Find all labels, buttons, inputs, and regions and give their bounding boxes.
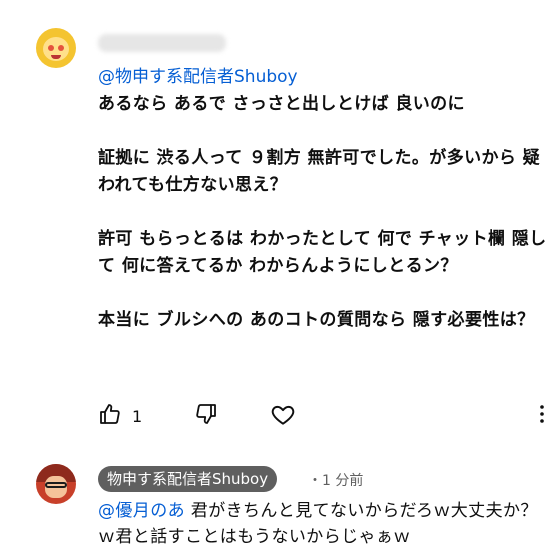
- redacted-username: [98, 34, 226, 52]
- like-count: 1: [132, 407, 143, 426]
- comment-text: あるなら あるで さっさと出しとけば 良いのに 証拠に 渋る人って ９割方 無許…: [98, 94, 547, 330]
- commenter-avatar[interactable]: [36, 28, 76, 68]
- heart-icon[interactable]: [270, 402, 296, 432]
- comment-body: @物申す系配信者Shuboy あるなら あるで さっさと出しとけば 良いのに 証…: [98, 64, 548, 334]
- mention-link[interactable]: @優月のあ: [98, 501, 185, 521]
- channel-owner-badge[interactable]: 物申す系配信者Shuboy: [98, 466, 278, 492]
- thumb-down-icon[interactable]: [194, 402, 218, 430]
- reply-body: @優月のあ 君がきちんと見てないからだろｗ大丈夫か？ｗ君と話すことはもうないから…: [98, 498, 554, 550]
- comment-actions: 1: [98, 402, 552, 432]
- timestamp: ・1 分前: [308, 473, 364, 489]
- avatar-glasses: [45, 482, 67, 488]
- avatar-eye: [48, 45, 54, 51]
- thumb-up-icon[interactable]: [98, 402, 122, 430]
- more-vert-icon[interactable]: [530, 402, 554, 430]
- avatar-eye: [58, 45, 64, 51]
- mention-link[interactable]: @物申す系配信者Shuboy: [98, 64, 548, 91]
- reply-author-avatar[interactable]: [36, 464, 76, 504]
